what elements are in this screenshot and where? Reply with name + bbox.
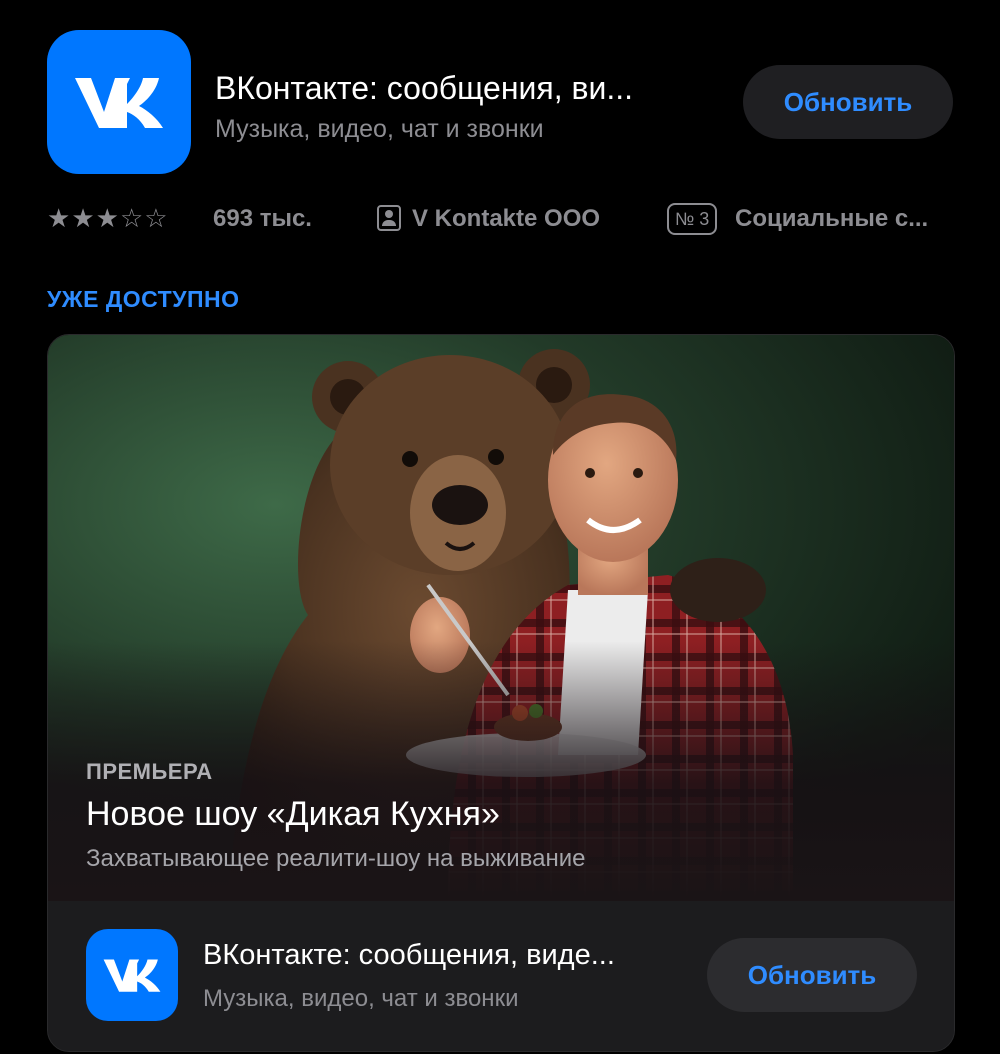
star-empty-icon: ☆: [144, 203, 168, 233]
star-filled-icon: ★: [95, 203, 119, 233]
event-description: Захватывающее реалити-шоу на выживание: [86, 845, 586, 872]
star-filled-icon: ★: [71, 203, 95, 233]
star-filled-icon: ★: [47, 203, 71, 233]
app-subtitle: Музыка, видео, чат и звонки: [215, 115, 544, 143]
section-label: УЖЕ ДОСТУПНО: [47, 286, 240, 312]
event-update-button[interactable]: Обновить: [707, 938, 917, 1012]
category-link[interactable]: Социальные с...: [735, 204, 928, 234]
rating-count[interactable]: 693 тыс.: [213, 204, 312, 234]
info-row: ★ ★ ★ ☆ ☆ 693 тыс. V Kontakte OOO № 3 Со…: [47, 200, 953, 240]
developer-name[interactable]: V Kontakte OOO: [412, 204, 600, 234]
event-title: Новое шоу «Дикая Кухня»: [86, 795, 500, 833]
star-empty-icon: ☆: [119, 203, 144, 233]
event-card[interactable]: ПРЕМЬЕРА Новое шоу «Дикая Кухня» Захваты…: [47, 334, 955, 1052]
app-header: ВКонтакте: сообщения, ви... Музыка, виде…: [47, 30, 953, 175]
rating-stars: ★ ★ ★ ☆ ☆: [47, 202, 168, 234]
event-app-row: ВКонтакте: сообщения, виде... Музыка, ви…: [48, 901, 954, 1051]
developer-icon: [377, 205, 401, 231]
app-title: ВКонтакте: сообщения, ви...: [215, 70, 634, 106]
rank-badge: № 3: [667, 203, 718, 235]
event-app-title: ВКонтакте: сообщения, виде...: [203, 939, 615, 971]
event-app-subtitle: Музыка, видео, чат и звонки: [203, 985, 519, 1012]
update-button[interactable]: Обновить: [743, 65, 953, 139]
vk-logo-icon[interactable]: [86, 929, 178, 1021]
vk-logo-icon[interactable]: [47, 30, 191, 174]
event-tag: ПРЕМЬЕРА: [86, 759, 213, 784]
